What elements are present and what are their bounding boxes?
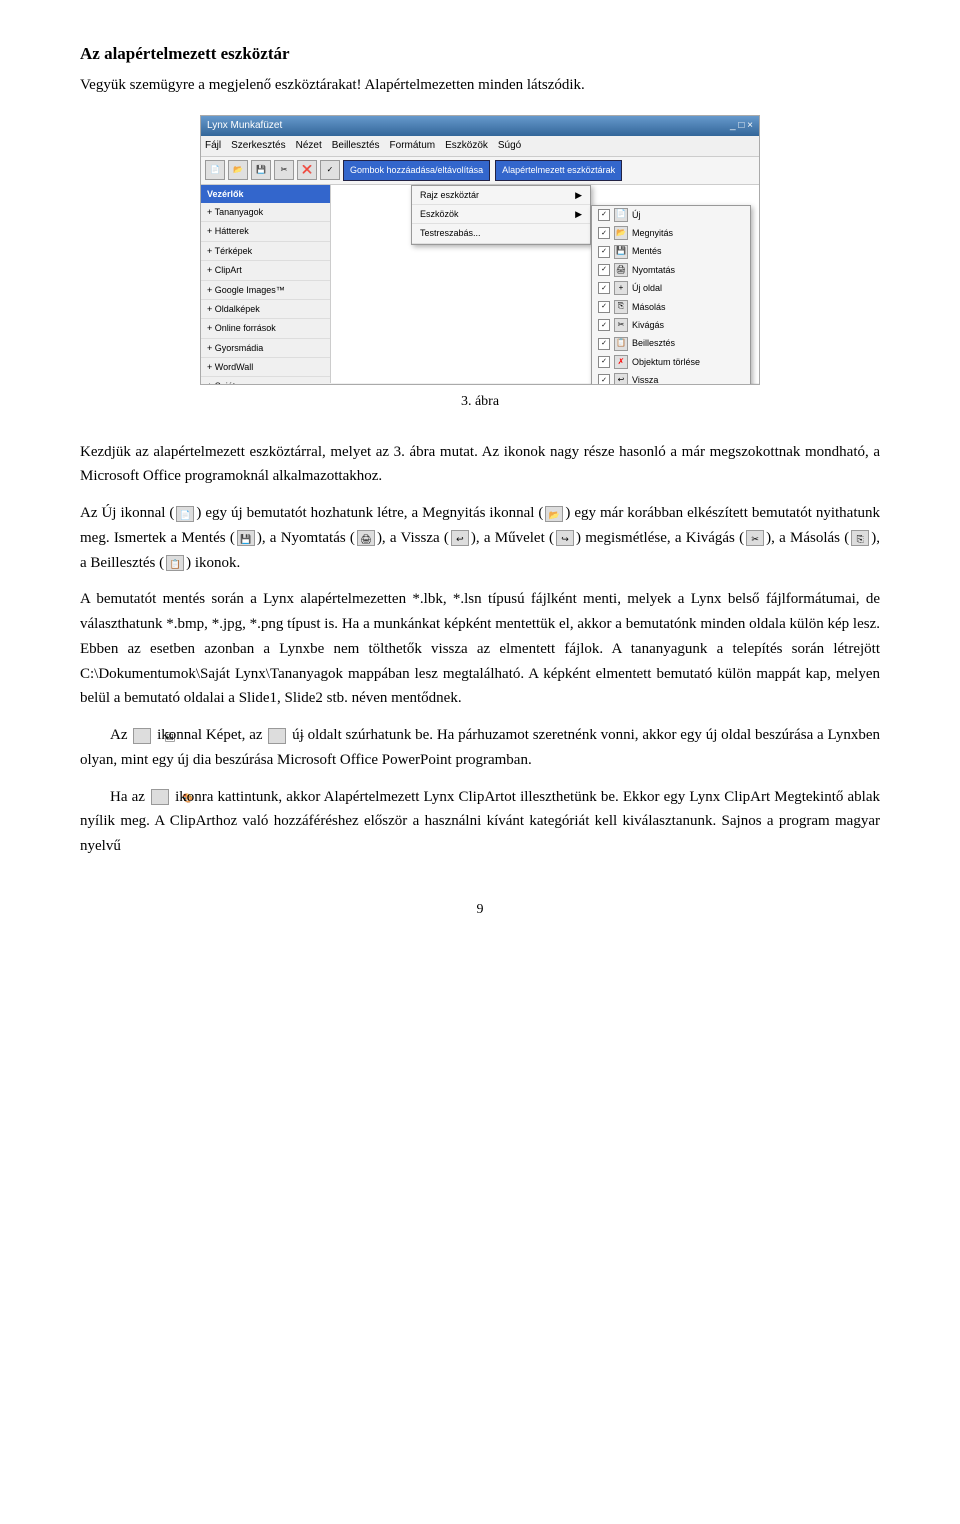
toolbar-btn-4: ✂ (274, 160, 294, 180)
chk-uj: ✓ 📄 Új (592, 206, 750, 224)
sim-window-title: Lynx Munkafüzet (207, 118, 282, 134)
icon-kep-insert: 🖼 (133, 728, 151, 744)
menu-beillesztes: Beillesztés (332, 138, 380, 154)
sidebar-online: + Online források (201, 319, 330, 338)
screenshot-image: Lynx Munkafüzet _ □ × Fájl Szerkesztés N… (200, 115, 760, 385)
icon-ujoldal-insert: + (268, 728, 286, 744)
menu-eszkozok: Eszközök (445, 138, 488, 154)
menu-sugo: Súgó (498, 138, 521, 154)
page-number: 9 (80, 899, 880, 921)
sidebar-clipart: + ClipArt (201, 261, 330, 280)
paragraph-4: Az 🖼 ikonnal Képet, az + új oldalt szúrh… (80, 723, 880, 773)
chk-beillesztes: ✓ 📋 Beillesztés (592, 334, 750, 352)
chk-masolas: ✓ ⎘ Másolás (592, 298, 750, 316)
toolbar-active-btn: Alapértelmezett eszköztárak (495, 160, 622, 180)
icon-vissza: ↩ (451, 530, 469, 546)
sim-dropdown-menu: Rajz eszköztár▶ Eszközök▶ Testreszabás..… (411, 185, 591, 245)
toolbar-btn-3: 💾 (251, 160, 271, 180)
sim-toolbar: 📄 📂 💾 ✂ ❌ ✓ Gombok hozzáadása/eltávolítá… (201, 157, 759, 184)
icon-beillesztes: 📋 (166, 555, 184, 571)
sim-subdropdown-menu: ✓ 📄 Új ✓ 📂 Megnyitás ✓ 💾 (591, 205, 751, 386)
toolbar-btn-1: 📄 (205, 160, 225, 180)
icon-clipart-insert: 🎨 (151, 789, 169, 805)
page-title: Az alapértelmezett eszköztár (80, 40, 880, 67)
sim-window-controls: _ □ × (730, 118, 753, 134)
chk-kivagas: ✓ ✂ Kivágás (592, 316, 750, 334)
sidebar-sajat: + Saját mappa (201, 377, 330, 385)
sim-sidebar: Vezérlők + Tananyagok + Hátterek + Térké… (201, 185, 331, 383)
sidebar-header: Vezérlők (201, 185, 330, 203)
figure-container: Lynx Munkafüzet _ □ × Fájl Szerkesztés N… (80, 115, 880, 431)
chk-vissza: ✓ ↩ Vissza (592, 371, 750, 385)
chk-mentes: ✓ 💾 Mentés (592, 242, 750, 260)
dropdown-item-rajz: Rajz eszköztár▶ (412, 186, 590, 205)
dropdown-item-eszkozok: Eszközök▶ (412, 205, 590, 224)
sim-menubar: Fájl Szerkesztés Nézet Beillesztés Formá… (201, 136, 759, 157)
toolbar-dropdown-btn: Gombok hozzáadása/eltávolítása (343, 160, 490, 180)
menu-fajl: Fájl (205, 138, 221, 154)
chk-ujoldal: ✓ + Új oldal (592, 279, 750, 297)
icon-uj: 📄 (176, 506, 194, 522)
icon-masolas: ⎘ (851, 530, 869, 546)
menu-nezet: Nézet (296, 138, 322, 154)
figure-caption: 3. ábra (461, 391, 499, 413)
toolbar-btn-5: ❌ (297, 160, 317, 180)
chk-megnyitas: ✓ 📂 Megnyitás (592, 224, 750, 242)
menu-formatum: Formátum (390, 138, 436, 154)
paragraph-3: A bemutatót mentés során a Lynx alapérte… (80, 587, 880, 711)
sidebar-google: + Google Images™ (201, 281, 330, 300)
subtitle-text: Vegyük szemügyre a megjelenő eszköztárak… (80, 73, 880, 97)
icon-nyomtatas: 🖨 (357, 530, 375, 546)
sidebar-wordwall: + WordWall (201, 358, 330, 377)
menu-szerkesztes: Szerkesztés (231, 138, 285, 154)
icon-megnyitas: 📂 (545, 506, 563, 522)
toolbar-btn-6: ✓ (320, 160, 340, 180)
icon-kivagas: ✂ (746, 530, 764, 546)
office-word: Office (143, 468, 181, 484)
sidebar-oldalak: + Oldalképek (201, 300, 330, 319)
dropdown-item-testreszabas: Testreszabás... (412, 224, 590, 243)
chk-nyomtatas: ✓ 🖨 Nyomtatás (592, 261, 750, 279)
paragraph-5: Ha az 🎨 ikonra kattintunk, akkor Alapért… (80, 785, 880, 859)
sidebar-tananyagok: + Tananyagok (201, 203, 330, 222)
paragraph-2: Az Új ikonnal (📄) egy új bemutatót hozha… (80, 501, 880, 575)
sidebar-gyorsmedia: + Gyorsmádia (201, 339, 330, 358)
sidebar-terkepek: + Térképek (201, 242, 330, 261)
toolbar-btn-2: 📂 (228, 160, 248, 180)
sim-main-content: Vezérlők + Tananyagok + Hátterek + Térké… (201, 185, 759, 383)
paragraph-1: Kezdjük az alapértelmezett eszköztárral,… (80, 440, 880, 490)
sim-titlebar: Lynx Munkafüzet _ □ × (201, 116, 759, 136)
icon-muvelet: ↪ (556, 530, 574, 546)
sidebar-hatterek: + Hátterek (201, 222, 330, 241)
sim-main-area: Rajz eszköztár▶ Eszközök▶ Testreszabás..… (331, 185, 759, 383)
chk-objektum: ✓ ✗ Objektum törlése (592, 353, 750, 371)
icon-mentes: 💾 (237, 530, 255, 546)
